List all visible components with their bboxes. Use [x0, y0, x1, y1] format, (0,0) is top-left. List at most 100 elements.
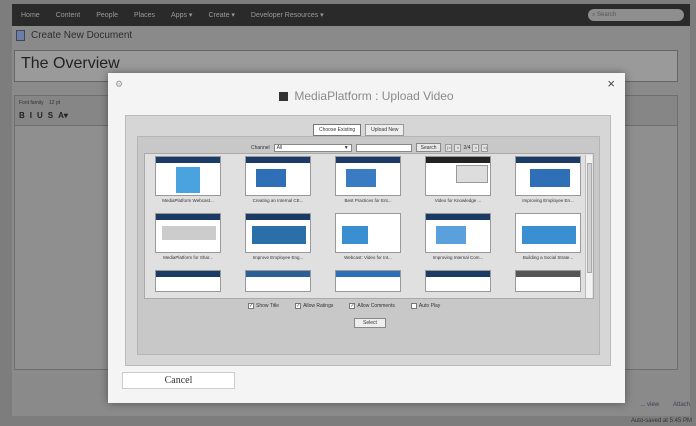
chevron-down-icon: ▼ — [343, 144, 349, 151]
select-button[interactable]: Select — [354, 318, 386, 328]
video-item[interactable] — [148, 270, 228, 294]
global-search-input[interactable]: ⌕ Search — [588, 9, 684, 21]
video-thumbnail — [425, 213, 491, 253]
nav-create[interactable]: Create ▾ — [208, 11, 234, 19]
video-title: Creating an Internal CE... — [252, 198, 304, 203]
nav-people[interactable]: People — [96, 12, 118, 19]
video-search-input[interactable] — [355, 143, 412, 152]
video-item[interactable]: Webcast: Video for Int... — [328, 213, 408, 260]
video-thumbnail — [245, 156, 311, 196]
video-item[interactable]: MediaPlatform Webcast... — [148, 156, 228, 203]
grid-scrollbar[interactable] — [585, 155, 592, 298]
strikethrough-button[interactable]: S — [48, 111, 53, 120]
video-title: MediaPlatform Webcast... — [162, 198, 214, 203]
allow-comments-label: Allow Comments — [357, 303, 395, 309]
video-thumbnail — [245, 213, 311, 253]
video-title: Building a Social Strate... — [522, 255, 574, 260]
video-title: MediaPlatform for Shar... — [163, 255, 213, 260]
editor-bottom-links: ... view Attach — [640, 402, 690, 408]
video-item[interactable] — [508, 270, 588, 294]
nav-developer-resources[interactable]: Developer Resources ▾ — [251, 11, 324, 19]
video-thumbnail — [515, 156, 581, 196]
video-title: Improving Internal Com... — [432, 255, 484, 260]
video-thumbnail — [425, 270, 491, 292]
video-picker: Choose Existing Upload New Channel All ▼… — [125, 115, 611, 366]
nav-home[interactable]: Home — [21, 12, 40, 19]
video-thumbnail — [335, 270, 401, 292]
video-item[interactable] — [238, 270, 318, 294]
channel-label: Channel — [251, 144, 270, 151]
font-size-select[interactable]: 12 pt — [49, 100, 60, 106]
allow-comments-checkbox[interactable]: ✓ — [349, 303, 356, 309]
video-item[interactable]: Video for Knowledge ... — [418, 156, 498, 203]
search-button[interactable]: Search — [415, 143, 442, 152]
auto-play-checkbox[interactable] — [410, 303, 417, 309]
show-title-option[interactable]: ✓ Show Title — [248, 303, 279, 309]
video-thumbnail — [335, 156, 401, 196]
pagination: |< < 2/4 > >| — [445, 143, 489, 152]
tab-upload-new[interactable]: Upload New — [365, 124, 405, 136]
page-title-text: Create New Document — [31, 30, 133, 41]
video-grid: MediaPlatform Webcast... Creating an Int… — [148, 156, 588, 294]
allow-ratings-checkbox[interactable]: ✓ — [295, 303, 302, 309]
allow-comments-option[interactable]: ✓ Allow Comments — [349, 303, 395, 309]
cancel-button[interactable]: Cancel — [122, 372, 235, 389]
text-color-button[interactable]: A▾ — [58, 111, 68, 120]
page-indicator: 2/4 — [463, 144, 471, 151]
modal-header: MediaPlatform : Upload Video — [108, 89, 625, 103]
nav-content[interactable]: Content — [56, 12, 81, 19]
allow-ratings-option[interactable]: ✓ Allow Ratings — [295, 303, 333, 309]
auto-play-label: Auto Play — [418, 303, 441, 309]
font-family-select[interactable]: Font family — [19, 100, 43, 106]
document-title-value: The Overview — [21, 55, 120, 72]
embed-options: ✓ Show Title ✓ Allow Ratings ✓ Allow Com… — [248, 303, 440, 309]
video-title: Webcast: Video for Int... — [344, 255, 392, 260]
allow-ratings-label: Allow Ratings — [303, 303, 334, 309]
view-link[interactable]: ... view — [640, 402, 659, 408]
video-item[interactable]: Best Practices for Ent... — [328, 156, 408, 203]
bold-button[interactable]: B — [19, 111, 25, 120]
video-item[interactable]: Building a Social Strate... — [508, 213, 588, 260]
scrollbar-thumb[interactable] — [587, 163, 592, 273]
picker-tabs: Choose Existing Upload New — [313, 124, 405, 136]
show-title-checkbox[interactable]: ✓ — [248, 303, 254, 309]
video-item[interactable] — [328, 270, 408, 294]
show-title-label: Show Title — [256, 303, 280, 309]
video-thumbnail — [515, 213, 581, 253]
prev-page-button[interactable]: < — [454, 143, 462, 152]
next-page-button[interactable]: > — [472, 143, 480, 152]
underline-button[interactable]: U — [37, 111, 43, 120]
video-item[interactable]: Improving Internal Com... — [418, 213, 498, 260]
video-browser-panel: Channel All ▼ Search |< < 2/4 > >| Media… — [137, 136, 600, 355]
video-item[interactable] — [418, 270, 498, 294]
video-item[interactable]: Creating an Internal CE... — [238, 156, 318, 203]
video-thumbnail — [245, 270, 311, 292]
search-placeholder: Search — [597, 12, 617, 18]
video-title: Improving Employee En... — [522, 198, 574, 203]
autosave-status: Auto-saved at 5:45 PM — [630, 418, 692, 424]
first-page-button[interactable]: |< — [445, 143, 453, 152]
video-thumbnail — [425, 156, 491, 196]
auto-play-option[interactable]: Auto Play — [410, 303, 441, 309]
video-thumbnail — [155, 156, 221, 196]
nav-places[interactable]: Places — [134, 12, 155, 19]
video-item[interactable]: MediaPlatform for Shar... — [148, 213, 228, 260]
nav-apps[interactable]: Apps ▾ — [171, 11, 192, 19]
page-title: Create New Document — [16, 30, 132, 41]
channel-select[interactable]: All ▼ — [273, 143, 352, 152]
top-navigation: Home Content People Places Apps ▾ Create… — [12, 4, 690, 26]
filter-row: Channel All ▼ Search |< < 2/4 > >| — [251, 143, 489, 152]
italic-button[interactable]: I — [30, 111, 32, 120]
attach-link[interactable]: Attach — [673, 402, 690, 408]
upload-video-modal: ⚙ × MediaPlatform : Upload Video Choose … — [108, 73, 625, 403]
last-page-button[interactable]: >| — [481, 143, 489, 152]
video-thumbnail — [335, 213, 401, 253]
modal-title: MediaPlatform : Upload Video — [294, 89, 454, 103]
mediaplatform-logo-icon — [279, 91, 289, 101]
document-icon — [16, 30, 25, 41]
video-item[interactable]: Improve Employee Eng... — [238, 213, 318, 260]
video-grid-area: MediaPlatform Webcast... Creating an Int… — [144, 153, 594, 299]
video-item[interactable]: Improving Employee En... — [508, 156, 588, 203]
channel-value: All — [276, 144, 283, 151]
tab-choose-existing[interactable]: Choose Existing — [313, 124, 362, 136]
